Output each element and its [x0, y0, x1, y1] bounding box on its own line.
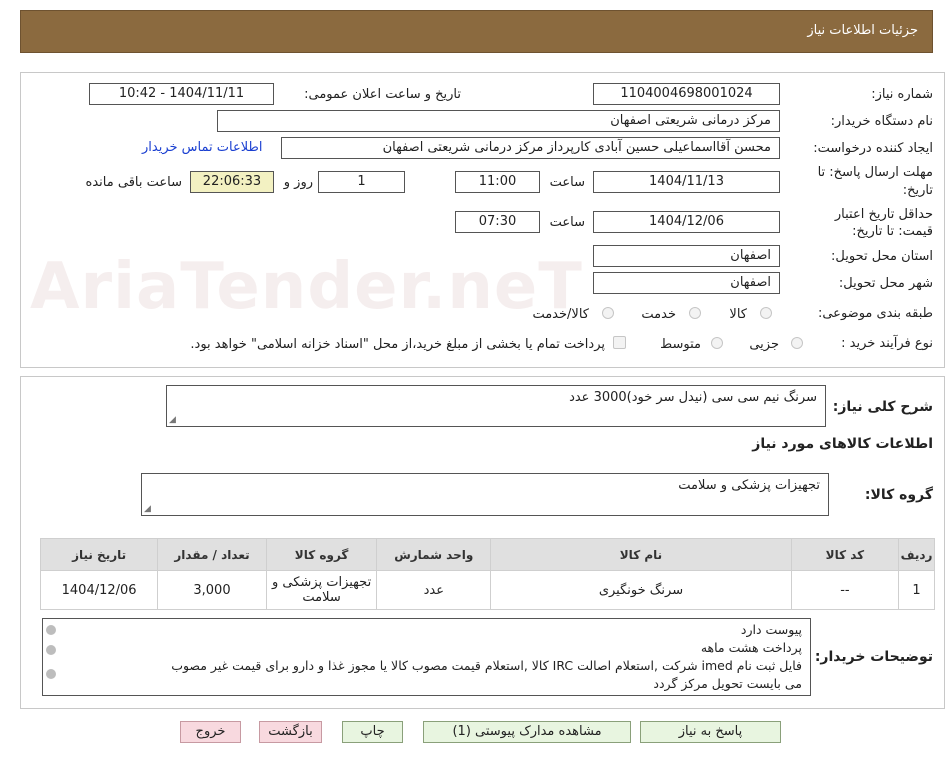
buyer-field: مرکز درمانی شریعتی اصفهان [217, 110, 780, 132]
view-attachments-button[interactable]: مشاهده مدارک پیوستی (1) [423, 721, 631, 743]
category-goods-service-radio[interactable] [602, 307, 614, 319]
table-row: 1 -- سرنگ خونگیری عدد تجهیزات پزشکی و سل… [39, 570, 935, 610]
process-minor-radio[interactable] [791, 337, 803, 349]
treasury-note: پرداخت تمام یا بخشی از مبلغ خرید،از محل … [190, 337, 605, 352]
resize-grip-icon[interactable]: ◢ [144, 504, 151, 514]
validity-date-field: 1404/12/06 [593, 211, 780, 233]
treasury-checkbox[interactable] [613, 336, 626, 349]
scroll-down-icon[interactable] [46, 669, 56, 679]
remaining-time-field: 22:06:33 [190, 171, 274, 193]
goods-group-text: تجهیزات پزشکی و سلامت [678, 478, 820, 493]
col-date: تاریخ نیاز [39, 538, 159, 571]
summary-textarea: سرنگ نیم سی سی (نیدل سر خود)3000 عدد ◢ [166, 385, 826, 427]
need-number-label: شماره نیاز: [871, 87, 933, 102]
note-line: می بایست تحویل مرکز گردد [653, 676, 802, 691]
validity-label-2: قیمت: تا تاریخ: [852, 224, 933, 239]
exit-button[interactable]: خروج [180, 721, 241, 743]
category-service-label: خدمت [641, 307, 676, 322]
city-field: اصفهان [593, 272, 780, 294]
requester-field: محسن آقااسماعیلی حسین آبادی کارپرداز مرک… [281, 137, 780, 159]
remaining-time-word: ساعت باقی مانده [85, 175, 182, 190]
goods-info-title: اطلاعات کالاهای مورد نیاز [752, 436, 933, 452]
province-field: اصفهان [593, 245, 780, 267]
scroll-up-icon[interactable] [46, 625, 56, 635]
goods-group-label: گروه کالا: [864, 487, 933, 503]
process-label: نوع فرآیند خرید : [841, 336, 933, 351]
cell-name: سرنگ خونگیری [490, 570, 792, 610]
col-name: نام کالا [490, 538, 792, 571]
category-goods-label: کالا [729, 307, 747, 322]
city-label: شهر محل تحویل: [838, 276, 933, 291]
deadline-label-2: تاریخ: [902, 183, 933, 198]
deadline-date-field: 1404/11/13 [593, 171, 780, 193]
goods-group-textarea: تجهیزات پزشکی و سلامت ◢ [141, 473, 829, 516]
province-label: استان محل تحویل: [831, 249, 933, 264]
goods-table: ردیف کد کالا نام کالا واحد شمارش گروه کا… [39, 538, 935, 610]
announce-label: تاریخ و ساعت اعلان عمومی: [304, 87, 461, 102]
col-qty: تعداد / مقدار [157, 538, 267, 571]
buyer-contact-link[interactable]: اطلاعات تماس خریدار [142, 140, 262, 155]
print-button[interactable]: چاپ [342, 721, 403, 743]
cell-row: 1 [898, 570, 935, 610]
deadline-label: مهلت ارسال پاسخ: تا [817, 165, 933, 180]
summary-text: سرنگ نیم سی سی (نیدل سر خود)3000 عدد [569, 390, 817, 405]
need-number-field: 1104004698001024 [593, 83, 780, 105]
validity-time-word: ساعت [549, 215, 585, 230]
category-label: طبقه بندی موضوعی: [817, 306, 933, 321]
deadline-time-field: 11:00 [455, 171, 540, 193]
process-medium-label: متوسط [660, 337, 701, 352]
validity-label: حداقل تاریخ اعتبار [834, 207, 933, 222]
validity-time-field: 07:30 [455, 211, 540, 233]
buyer-notes-textarea: پیوست دارد پرداخت هشت ماهه فایل ثبت نام … [42, 618, 811, 696]
col-row: ردیف [898, 538, 935, 571]
note-line: فایل ثبت نام imed شرکت ,استعلام اصالت IR… [171, 658, 802, 673]
resize-grip-icon[interactable]: ◢ [169, 415, 176, 425]
note-line: پرداخت هشت ماهه [700, 640, 802, 655]
col-code: کد کالا [790, 538, 900, 571]
days-field: 1 [318, 171, 405, 193]
days-word: روز و [283, 175, 313, 190]
col-unit: واحد شمارش [376, 538, 492, 571]
cell-code: -- [790, 570, 900, 610]
col-group: گروه کالا [265, 538, 378, 571]
requester-label: ایجاد کننده درخواست: [813, 141, 933, 156]
cell-group: تجهیزات پزشکی و سلامت [265, 570, 378, 610]
cell-date: 1404/12/06 [39, 570, 159, 610]
scroll-thumb-icon[interactable] [46, 645, 56, 655]
buyer-notes-label: توضیحات خریدار: [814, 649, 933, 665]
notes-scrollbar[interactable] [44, 621, 58, 695]
cell-qty: 3,000 [157, 570, 267, 610]
summary-label: شرح کلی نیاز: [832, 399, 933, 415]
page-title: جزئیات اطلاعات نیاز [807, 23, 918, 38]
category-goods-service-label: کالا/خدمت [532, 307, 589, 322]
page-header: جزئیات اطلاعات نیاز [20, 10, 933, 53]
process-medium-radio[interactable] [711, 337, 723, 349]
goods-table-header: ردیف کد کالا نام کالا واحد شمارش گروه کا… [39, 538, 935, 571]
reply-button[interactable]: پاسخ به نیاز [640, 721, 781, 743]
buyer-label: نام دستگاه خریدار: [830, 114, 933, 129]
category-goods-radio[interactable] [760, 307, 772, 319]
cell-unit: عدد [376, 570, 492, 610]
deadline-time-word: ساعت [549, 175, 585, 190]
announce-field: 1404/11/11 - 10:42 [89, 83, 274, 105]
process-minor-label: جزیی [749, 337, 779, 352]
back-button[interactable]: بازگشت [259, 721, 322, 743]
note-line: پیوست دارد [740, 622, 802, 637]
category-service-radio[interactable] [689, 307, 701, 319]
